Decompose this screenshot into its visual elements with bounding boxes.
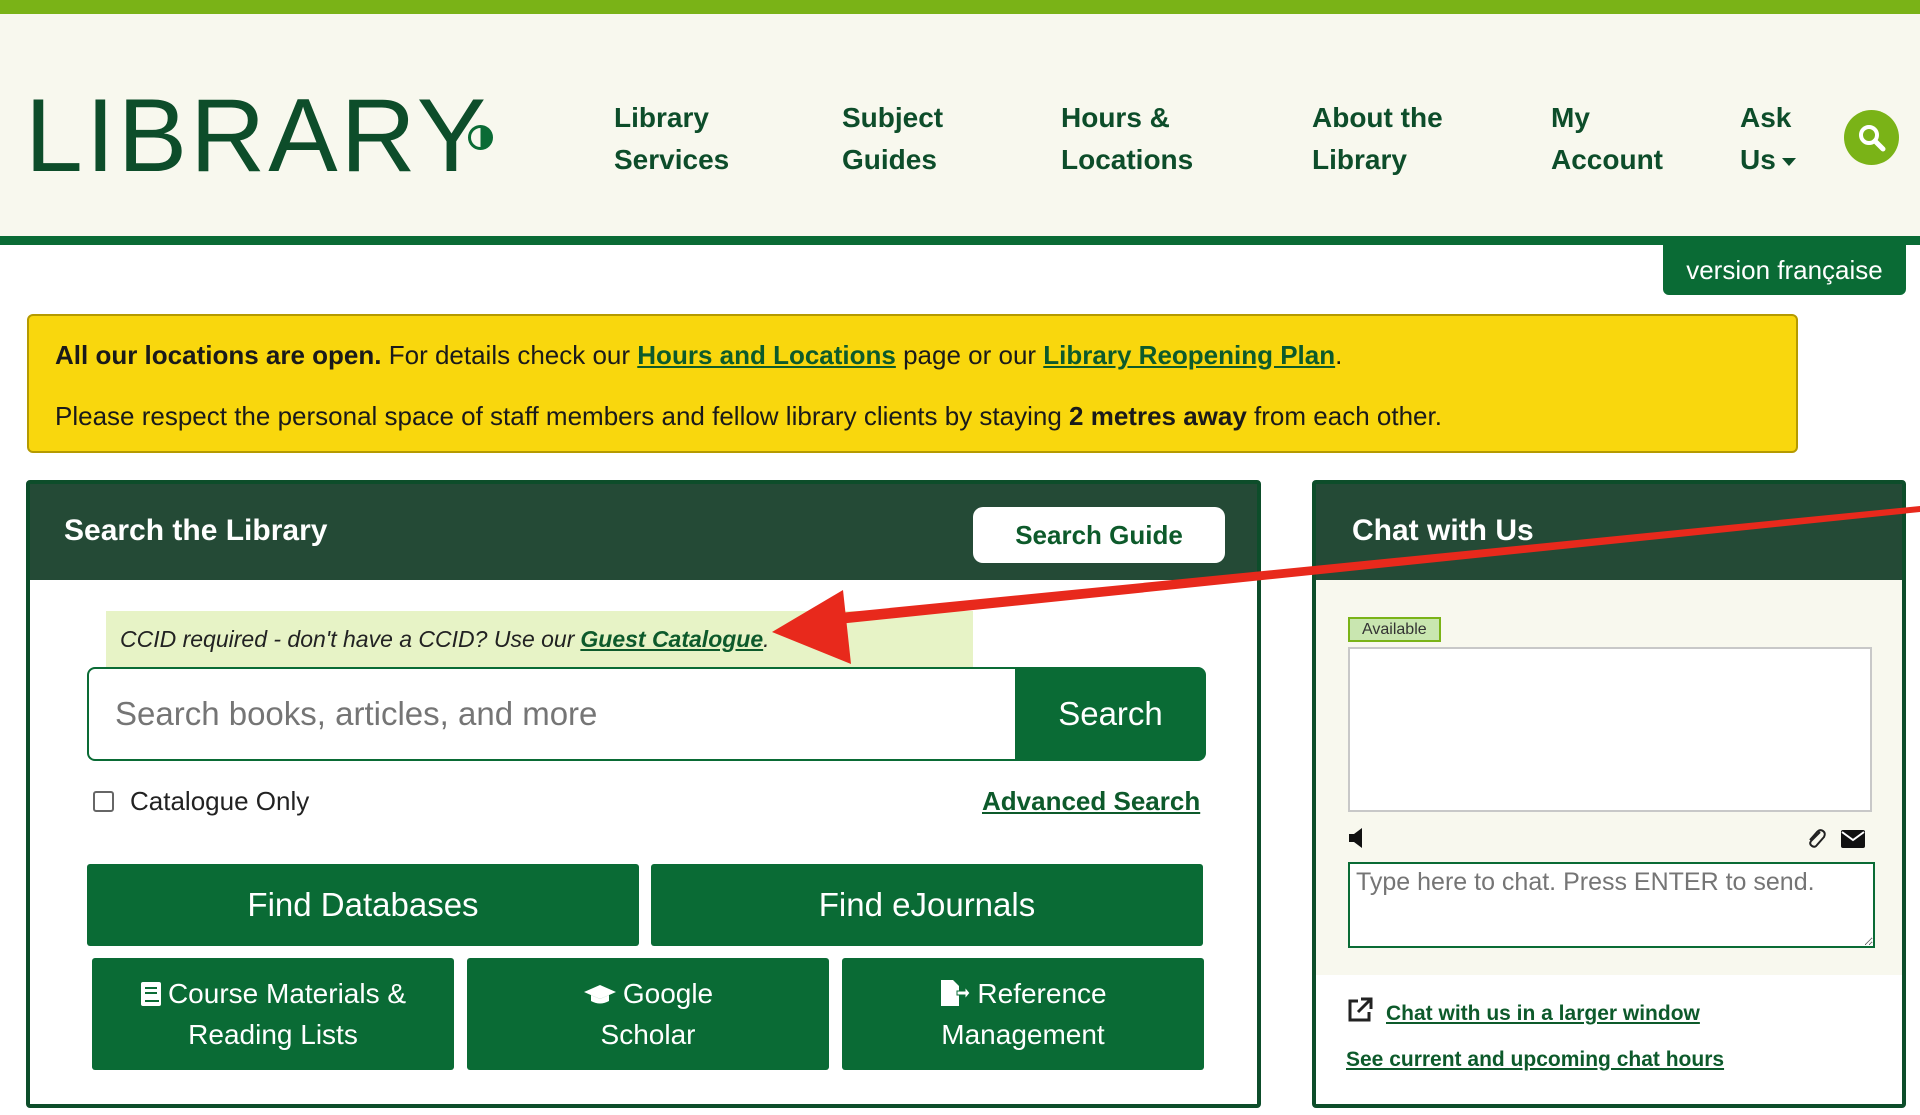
button-label: Course Materials & — [167, 978, 407, 1009]
external-link-icon[interactable] — [1346, 996, 1374, 1024]
reopening-plan-link[interactable]: Library Reopening Plan — [1043, 340, 1335, 370]
nav-label-line: Guides — [842, 144, 937, 175]
nav-label-line: Us — [1740, 144, 1776, 175]
search-button[interactable]: Search — [1015, 667, 1206, 761]
ccid-text: CCID required - don't have a CCID? Use o… — [120, 625, 575, 652]
alert-banner: All our locations are open. For details … — [27, 314, 1798, 453]
search-panel-header: Search the Library Search Guide — [30, 484, 1257, 580]
chat-panel-title: Chat with Us — [1352, 514, 1534, 547]
nav-hours-locations[interactable]: Hours & Locations — [1061, 97, 1193, 181]
chat-hours-link[interactable]: See current and upcoming chat hours — [1346, 1048, 1724, 1072]
search-panel-title: Search the Library — [64, 514, 328, 547]
nav-label-line: Subject — [842, 102, 944, 133]
chat-panel-header: Chat with Us — [1316, 484, 1902, 580]
nav-label-line: About the — [1312, 102, 1443, 133]
site-header: LIBRARY Library Services Subject Guides … — [0, 14, 1920, 236]
email-icon[interactable] — [1840, 829, 1866, 849]
catalogue-only-checkbox[interactable] — [93, 791, 114, 812]
alert-bold-text: All our locations are open. — [55, 340, 382, 370]
search-library-panel: Search the Library Search Guide CCID req… — [26, 480, 1261, 1108]
nav-ask-us[interactable]: Ask Us — [1740, 97, 1796, 181]
google-scholar-button[interactable]: Google Scholar — [467, 958, 829, 1070]
nav-subject-guides[interactable]: Subject Guides — [842, 97, 943, 181]
nav-label-line: Account — [1551, 144, 1663, 175]
alert-text: Please respect the personal space of sta… — [55, 401, 1070, 431]
caret-down-icon — [1781, 157, 1796, 166]
file-export-icon — [941, 980, 972, 1006]
book-icon — [140, 982, 161, 1006]
nav-about-library[interactable]: About the Library — [1312, 97, 1443, 181]
chat-status-badge: Available — [1348, 617, 1441, 642]
ccid-text-end: . — [763, 625, 770, 652]
header-divider — [0, 236, 1920, 245]
nav-label-line: Ask — [1740, 102, 1792, 133]
chat-transcript[interactable] — [1348, 647, 1872, 812]
button-label: Reference — [977, 978, 1107, 1009]
nav-label-line: Library — [614, 102, 709, 133]
nav-my-account[interactable]: My Account — [1551, 97, 1663, 181]
alert-text: from each other. — [1246, 401, 1442, 431]
nav-label-line: Locations — [1061, 144, 1194, 175]
find-databases-button[interactable]: Find Databases — [87, 864, 639, 946]
advanced-search-link[interactable]: Advanced Search — [982, 786, 1200, 817]
library-logo[interactable]: LIBRARY — [25, 84, 489, 188]
alert-text: For details check our — [381, 340, 638, 370]
search-guide-button[interactable]: Search Guide — [973, 507, 1225, 563]
alert-line-1: All our locations are open. For details … — [55, 336, 1770, 374]
search-icon — [1858, 124, 1885, 151]
button-label: Scholar — [600, 1019, 696, 1050]
chat-widget: Available — [1316, 580, 1902, 975]
catalogue-only-label[interactable]: Catalogue Only — [130, 786, 309, 817]
chat-message-input[interactable] — [1348, 862, 1875, 948]
button-label: Reading Lists — [188, 1019, 358, 1050]
find-ejournals-button[interactable]: Find eJournals — [651, 864, 1203, 946]
header-accent-bar — [0, 0, 1920, 14]
nav-label-line: Hours & — [1061, 102, 1170, 133]
header-search-button[interactable] — [1844, 110, 1899, 165]
alert-bold-text: 2 metres away — [1069, 401, 1247, 431]
nav-label-line: My — [1551, 102, 1590, 133]
language-toggle-link[interactable]: version française — [1663, 245, 1906, 295]
chat-larger-window-link[interactable]: Chat with us in a larger window — [1386, 1002, 1700, 1026]
reference-management-button[interactable]: Reference Management — [842, 958, 1204, 1070]
chat-panel: Chat with Us Available Chat with us in a… — [1312, 480, 1906, 1108]
library-search-input[interactable] — [87, 667, 1017, 761]
nav-label-line: Library — [1312, 144, 1407, 175]
guest-catalogue-link[interactable]: Guest Catalogue — [580, 626, 763, 653]
button-label: Management — [941, 1019, 1105, 1050]
nav-library-services[interactable]: Library Services — [614, 97, 729, 181]
speaker-icon[interactable] — [1348, 827, 1366, 849]
nav-label-line: Services — [614, 144, 730, 175]
alert-text: page or our — [895, 340, 1044, 370]
graduation-cap-icon — [583, 985, 616, 1004]
ccid-notice: CCID required - don't have a CCID? Use o… — [106, 611, 973, 667]
button-label: Google — [622, 978, 714, 1009]
contrast-toggle-icon[interactable] — [468, 125, 493, 150]
hours-locations-link[interactable]: Hours and Locations — [637, 340, 896, 370]
paperclip-icon[interactable] — [1804, 827, 1828, 851]
course-materials-button[interactable]: Course Materials & Reading Lists — [92, 958, 454, 1070]
alert-line-2: Please respect the personal space of sta… — [55, 397, 1770, 435]
alert-text: . — [1335, 340, 1343, 370]
